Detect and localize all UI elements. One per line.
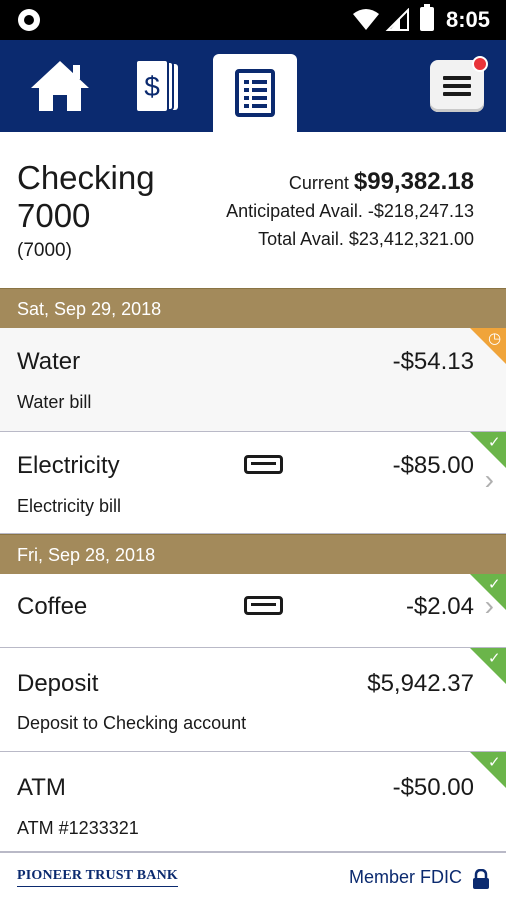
transaction-row[interactable]: Deposit Deposit to Checking account $5,9…	[0, 648, 506, 752]
account-number: (7000)	[17, 240, 72, 261]
transaction-amount: $5,942.37	[367, 670, 474, 697]
bank-logo[interactable]: PIONEER TRUST BANK	[17, 868, 179, 887]
battery-icon	[420, 4, 434, 31]
anticipated-balance-value: -$218,247.13	[367, 201, 474, 221]
transaction-amount: -$54.13	[392, 348, 474, 375]
account-summary: Checking 7000 (7000) Current $99,382.18 …	[0, 132, 506, 288]
anticipated-balance-label: Anticipated Avail.	[226, 201, 363, 221]
top-nav: $	[0, 40, 506, 132]
home-icon	[31, 61, 89, 111]
dollar-cards-icon: $	[135, 59, 178, 113]
nav-home-button[interactable]	[18, 40, 102, 132]
transaction-amount: -$85.00	[392, 452, 474, 479]
notification-dot	[472, 56, 488, 72]
lock-icon	[473, 869, 489, 889]
transaction-row[interactable]: Water Water bill -$54.13 ◷	[0, 328, 506, 432]
transaction-row[interactable]: Coffee -$2.04 › ✓	[0, 574, 506, 648]
nav-statements-button[interactable]	[213, 54, 297, 132]
anticipated-balance-row: Anticipated Avail. -$218,247.13	[226, 197, 474, 225]
transaction-title: Coffee	[17, 593, 88, 620]
hamburger-menu-icon	[443, 76, 471, 96]
current-balance-value: $99,382.18	[353, 168, 474, 195]
transaction-title: Electricity	[17, 452, 120, 479]
chevron-right-icon[interactable]: ›	[485, 464, 494, 496]
transaction-row[interactable]: Electricity Electricity bill -$85.00 › ✓	[0, 432, 506, 534]
transaction-amount: -$50.00	[392, 774, 474, 801]
record-icon	[18, 9, 40, 31]
transaction-description: Deposit to Checking account	[17, 713, 247, 733]
status-bar: 8:05	[0, 0, 506, 40]
account-balances: Current $99,382.18 Anticipated Avail. -$…	[226, 168, 474, 253]
clock: 8:05	[446, 7, 491, 32]
card-icon	[244, 596, 283, 615]
transaction-row[interactable]: ATM ATM #1233321 -$50.00 ✓	[0, 752, 506, 852]
signal-icon	[385, 8, 409, 31]
transaction-description: ATM #1233321	[17, 818, 139, 838]
cleared-check-icon: ✓	[470, 752, 506, 788]
document-list-icon	[235, 69, 275, 117]
total-balance-label: Total Avail.	[258, 229, 344, 249]
total-balance-value: $23,412,321.00	[348, 229, 474, 249]
wifi-icon	[353, 9, 379, 30]
transaction-title: Water	[17, 348, 81, 375]
pending-clock-icon: ◷	[470, 328, 506, 364]
footer: PIONEER TRUST BANK Member FDIC	[0, 852, 506, 900]
cleared-check-icon: ✓	[470, 432, 506, 468]
date-header: Sat, Sep 29, 2018	[0, 288, 506, 328]
transaction-title: ATM	[17, 774, 66, 801]
transaction-amount: -$2.04	[405, 593, 474, 620]
transaction-title: Deposit	[17, 670, 99, 697]
transaction-description: Water bill	[17, 392, 92, 412]
total-balance-row: Total Avail. $23,412,321.00	[226, 225, 474, 253]
account-name: Checking 7000	[17, 159, 155, 234]
transaction-description: Electricity bill	[17, 496, 122, 516]
current-balance-row: Current $99,382.18	[226, 168, 474, 197]
nav-money-button[interactable]: $	[116, 40, 200, 132]
member-fdic-link[interactable]: Member FDIC	[349, 867, 462, 888]
menu-button[interactable]	[430, 56, 488, 112]
current-balance-label: Current	[288, 173, 349, 193]
svg-text:$: $	[144, 71, 160, 102]
cleared-check-icon: ✓	[470, 574, 506, 610]
card-icon	[244, 455, 283, 474]
date-header: Fri, Sep 28, 2018	[0, 534, 506, 574]
cleared-check-icon: ✓	[470, 648, 506, 684]
